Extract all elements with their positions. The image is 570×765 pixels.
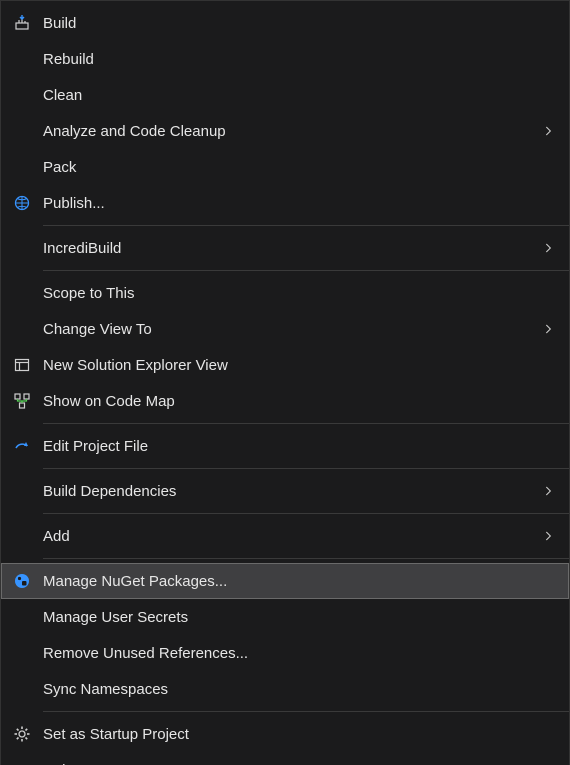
chevron-right-icon [539,527,559,545]
chevron-right-icon [539,122,559,140]
menu-item-debug[interactable]: Debug [1,752,569,765]
menu-item-pack[interactable]: Pack [1,149,569,185]
menu-item-publish[interactable]: Publish... [1,185,569,221]
menu-item-manage-user-secrets[interactable]: Manage User Secrets [1,599,569,635]
menu-separator [43,270,569,271]
menu-item-add[interactable]: Add [1,518,569,554]
menu-item-label: Manage NuGet Packages... [43,573,539,590]
menu-item-remove-unused-references[interactable]: Remove Unused References... [1,635,569,671]
menu-item-label: Rebuild [43,51,539,68]
menu-item-label: Pack [43,159,539,176]
menu-item-incredibuild[interactable]: IncrediBuild [1,230,569,266]
menu-separator [43,711,569,712]
context-menu: Build Rebuild Clean Analyze and Code Cleanu… [0,0,570,765]
publish-icon [1,194,43,212]
menu-item-scope-to-this[interactable]: Scope to This [1,275,569,311]
chevron-right-icon [539,761,559,765]
nuget-icon [1,572,43,590]
menu-item-label: Build Dependencies [43,483,539,500]
menu-item-change-view-to[interactable]: Change View To [1,311,569,347]
menu-item-label: Scope to This [43,285,539,302]
menu-item-label: IncrediBuild [43,240,539,257]
chevron-right-icon [539,239,559,257]
menu-item-label: Build [43,15,539,32]
menu-item-label: Sync Namespaces [43,681,539,698]
menu-item-label: Set as Startup Project [43,726,539,743]
menu-item-rebuild[interactable]: Rebuild [1,41,569,77]
menu-item-label: Analyze and Code Cleanup [43,123,539,140]
menu-item-edit-project-file[interactable]: Edit Project File [1,428,569,464]
build-icon [1,14,43,32]
menu-item-show-on-code-map[interactable]: Show on Code Map [1,383,569,419]
menu-item-label: Debug [43,762,539,765]
menu-item-label: Change View To [43,321,539,338]
menu-separator [43,558,569,559]
menu-item-label: Publish... [43,195,539,212]
menu-item-label: Add [43,528,539,545]
menu-item-label: Show on Code Map [43,393,539,410]
menu-item-label: New Solution Explorer View [43,357,539,374]
menu-item-label: Clean [43,87,539,104]
window-icon [1,356,43,374]
menu-separator [43,468,569,469]
menu-item-label: Edit Project File [43,438,539,455]
edit-icon [1,437,43,455]
menu-item-build[interactable]: Build [1,5,569,41]
menu-separator [43,423,569,424]
menu-item-build-dependencies[interactable]: Build Dependencies [1,473,569,509]
menu-item-new-solution-explorer-view[interactable]: New Solution Explorer View [1,347,569,383]
menu-item-sync-namespaces[interactable]: Sync Namespaces [1,671,569,707]
menu-separator [43,513,569,514]
chevron-right-icon [539,320,559,338]
menu-item-label: Manage User Secrets [43,609,539,626]
menu-item-clean[interactable]: Clean [1,77,569,113]
codemap-icon [1,392,43,410]
chevron-right-icon [539,482,559,500]
menu-item-label: Remove Unused References... [43,645,539,662]
menu-item-set-as-startup-project[interactable]: Set as Startup Project [1,716,569,752]
menu-item-manage-nuget-packages[interactable]: Manage NuGet Packages... [1,563,569,599]
menu-item-analyze-and-code-cleanup[interactable]: Analyze and Code Cleanup [1,113,569,149]
menu-separator [43,225,569,226]
gear-icon [1,725,43,743]
